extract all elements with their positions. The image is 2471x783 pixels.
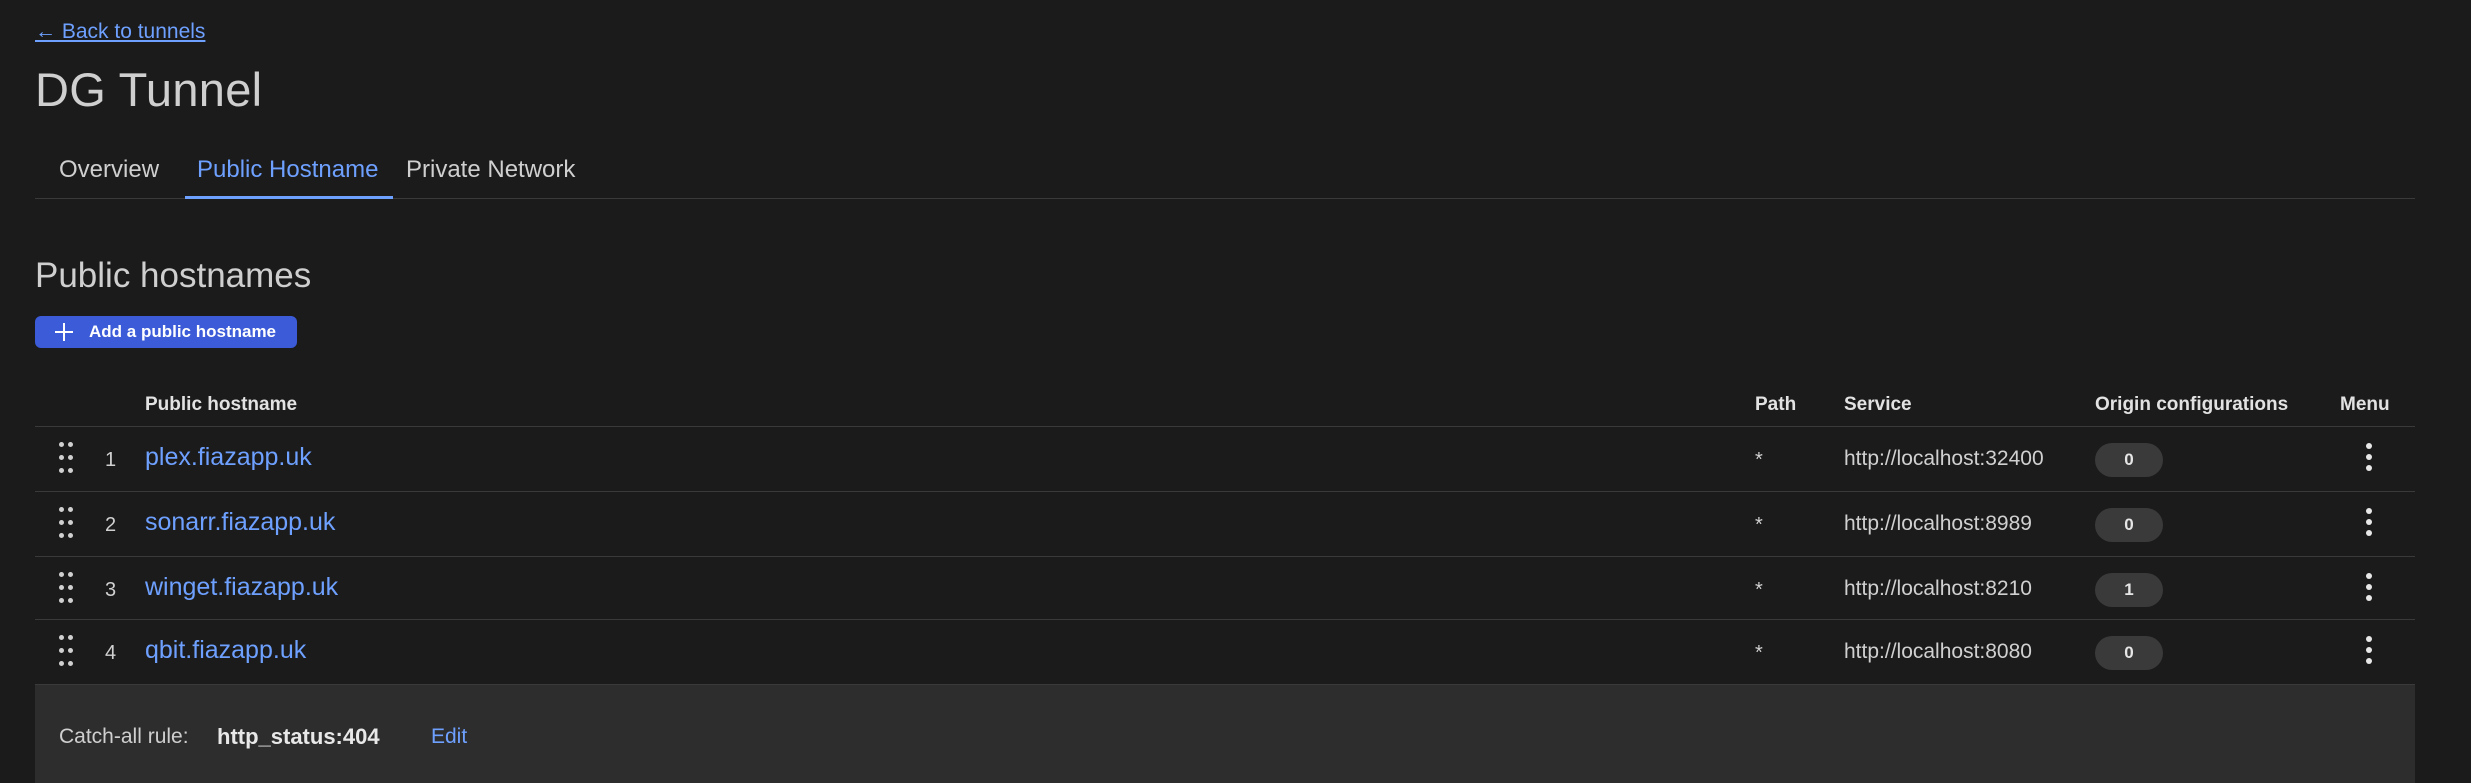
row-number: 3 (105, 579, 117, 601)
origin-config-badge: 0 (2095, 508, 2163, 542)
tab-public-hostname[interactable]: Public Hostname (197, 156, 378, 184)
path-cell: * (1755, 642, 1763, 664)
plus-icon (55, 323, 73, 341)
origin-config-badge: 0 (2095, 443, 2163, 477)
drag-handle-icon[interactable] (59, 442, 73, 474)
page-title: DG Tunnel (35, 63, 263, 116)
add-public-hostname-label: Add a public hostname (89, 322, 277, 341)
hostname-link[interactable]: plex.fiazapp.uk (145, 443, 312, 472)
table-row: 2 sonarr.fiazapp.uk * http://localhost:8989… (35, 492, 2415, 557)
kebab-menu-icon[interactable] (2359, 443, 2379, 473)
table-row: 4 qbit.fiazapp.uk * http://localhost:8080 0 (35, 620, 2415, 685)
hostname-link[interactable]: sonarr.fiazapp.uk (145, 508, 335, 537)
row-number: 2 (105, 514, 117, 536)
path-cell: * (1755, 514, 1763, 536)
catch-all-rule: Catch-all rule: http_status:404 Edit (35, 685, 2415, 783)
table-header: Public hostname Path Service Origin conf… (35, 390, 2415, 427)
service-cell: http://localhost:8210 (1844, 577, 2032, 600)
column-header-hostname: Public hostname (145, 394, 298, 415)
column-header-path: Path (1755, 394, 1797, 415)
table-row: 3 winget.fiazapp.uk * http://localhost:8210… (35, 557, 2415, 620)
kebab-menu-icon[interactable] (2359, 636, 2379, 666)
row-number: 1 (105, 449, 117, 471)
hostnames-table: Public hostname Path Service Origin conf… (35, 390, 2415, 685)
drag-handle-icon[interactable] (59, 635, 73, 667)
kebab-menu-icon[interactable] (2359, 508, 2379, 538)
service-cell: http://localhost:32400 (1844, 447, 2044, 470)
section-title: Public hostnames (35, 256, 312, 295)
table-body: 1 plex.fiazapp.uk * http://localhost:32400 0… (35, 427, 2415, 685)
catch-all-value: http_status:404 (217, 724, 380, 749)
drag-handle-icon[interactable] (59, 572, 73, 604)
active-tab-indicator (185, 196, 393, 199)
catch-all-edit-link[interactable]: Edit (431, 725, 467, 749)
kebab-menu-icon[interactable] (2359, 573, 2379, 603)
tab-bar: Overview Public Hostname Private Network (35, 150, 2415, 199)
tab-overview[interactable]: Overview (59, 156, 159, 184)
column-header-menu: Menu (2340, 394, 2390, 415)
hostname-link[interactable]: winget.fiazapp.uk (145, 573, 338, 602)
service-cell: http://localhost:8989 (1844, 512, 2032, 535)
column-header-origin: Origin configurations (2095, 394, 2289, 415)
table-row: 1 plex.fiazapp.uk * http://localhost:32400 0 (35, 427, 2415, 492)
tab-private-network[interactable]: Private Network (406, 156, 575, 184)
back-to-tunnels-link[interactable]: ← Back to tunnels (35, 20, 205, 44)
origin-config-badge: 1 (2095, 573, 2163, 607)
drag-handle-icon[interactable] (59, 507, 73, 539)
path-cell: * (1755, 579, 1763, 601)
hostname-link[interactable]: qbit.fiazapp.uk (145, 636, 306, 665)
row-number: 4 (105, 642, 117, 664)
add-public-hostname-button[interactable]: Add a public hostname (35, 316, 297, 348)
column-header-service: Service (1844, 394, 1912, 415)
path-cell: * (1755, 449, 1763, 471)
origin-config-badge: 0 (2095, 636, 2163, 670)
service-cell: http://localhost:8080 (1844, 640, 2032, 663)
catch-all-label: Catch-all rule: (59, 725, 189, 748)
